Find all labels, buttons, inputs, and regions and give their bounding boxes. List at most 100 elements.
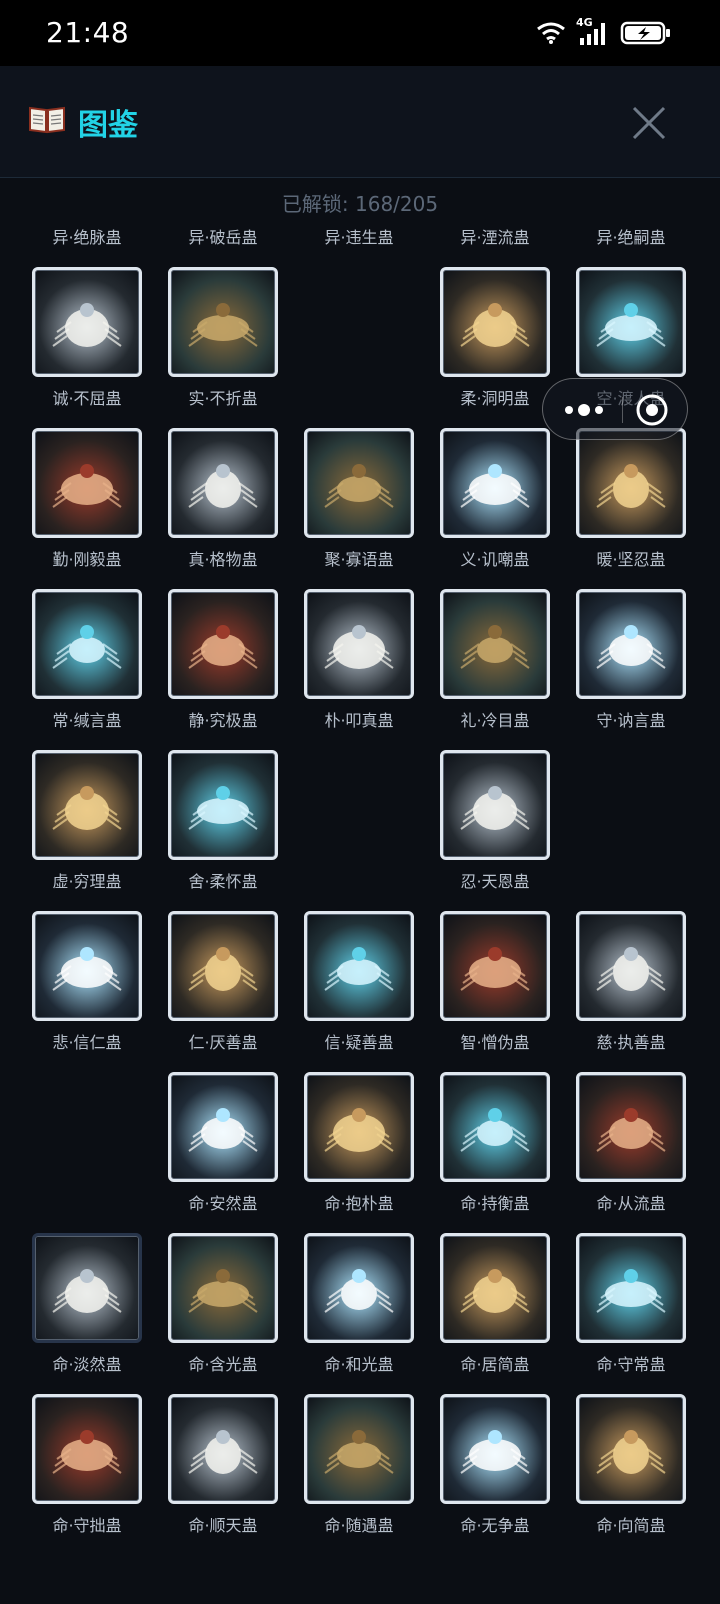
creature-card[interactable] — [440, 911, 550, 1021]
creature-item[interactable]: 命·无争蛊 — [440, 1394, 550, 1536]
creature-card[interactable] — [168, 428, 278, 538]
creature-item[interactable]: 异·湮流蛊 — [440, 226, 550, 248]
creature-art-icon — [460, 464, 530, 508]
creature-card[interactable] — [32, 1394, 142, 1504]
creature-card[interactable] — [576, 267, 686, 377]
creature-card[interactable] — [32, 589, 142, 699]
grid-row: 悲·信仁蛊 仁·厌善蛊 信·疑善蛊 智·憎伪蛊 慈·执善蛊 — [32, 911, 692, 1072]
creature-item[interactable]: 仁·厌善蛊 — [168, 911, 278, 1053]
creature-art-icon — [52, 947, 122, 991]
creature-card[interactable] — [576, 1394, 686, 1504]
header-bar: 图鉴 — [0, 66, 720, 178]
creature-card[interactable] — [440, 1072, 550, 1182]
creature-art-icon — [52, 464, 122, 508]
creature-name: 守·讷言蛊 — [596, 711, 666, 730]
creature-item[interactable]: 常·缄言蛊 — [32, 589, 142, 731]
creature-name: 悲·信仁蛊 — [52, 1033, 122, 1052]
creature-item[interactable]: 慈·执善蛊 — [576, 911, 686, 1053]
creature-item[interactable]: 命·守常蛊 — [576, 1233, 686, 1375]
close-icon[interactable] — [626, 100, 672, 146]
creature-name: 异·违生蛊 — [324, 228, 394, 247]
creature-art-icon — [188, 1430, 258, 1474]
creature-card[interactable] — [32, 1233, 142, 1343]
creature-item[interactable]: 命·守拙蛊 — [32, 1394, 142, 1536]
creature-item[interactable]: 命·和光蛊 — [304, 1233, 414, 1375]
creature-name: 异·湮流蛊 — [460, 228, 530, 247]
creature-item[interactable]: 暖·坚忍蛊 — [576, 428, 686, 570]
creature-item[interactable]: 静·究极蛊 — [168, 589, 278, 731]
creature-card[interactable] — [304, 1072, 414, 1182]
creature-card[interactable] — [32, 428, 142, 538]
creature-art-icon — [596, 1269, 666, 1313]
creature-item[interactable]: 命·抱朴蛊 — [304, 1072, 414, 1214]
creature-card[interactable] — [440, 267, 550, 377]
creature-name: 慈·执善蛊 — [596, 1033, 666, 1052]
creature-item[interactable]: 勤·刚毅蛊 — [32, 428, 142, 570]
creature-card[interactable] — [440, 589, 550, 699]
creature-item[interactable]: 礼·冷目蛊 — [440, 589, 550, 731]
creature-item[interactable]: 智·憎伪蛊 — [440, 911, 550, 1053]
creature-card[interactable] — [304, 589, 414, 699]
creature-item[interactable]: 聚·寡语蛊 — [304, 428, 414, 570]
creature-card[interactable] — [168, 589, 278, 699]
creature-card[interactable] — [576, 428, 686, 538]
creature-art-icon — [460, 625, 530, 669]
creature-item[interactable]: 柔·洞明蛊 — [440, 267, 550, 409]
more-dots-icon[interactable] — [557, 395, 617, 425]
creature-name: 仁·厌善蛊 — [188, 1033, 258, 1052]
creature-card[interactable] — [32, 750, 142, 860]
creature-card[interactable] — [440, 1394, 550, 1504]
creature-card[interactable] — [440, 428, 550, 538]
creature-art-icon — [460, 1269, 530, 1313]
creature-card[interactable] — [168, 911, 278, 1021]
creature-card[interactable] — [576, 911, 686, 1021]
creature-item[interactable]: 命·从流蛊 — [576, 1072, 686, 1214]
creature-card[interactable] — [304, 428, 414, 538]
creature-item[interactable]: 信·疑善蛊 — [304, 911, 414, 1053]
creature-item[interactable]: 朴·叩真蛊 — [304, 589, 414, 731]
creature-card[interactable] — [168, 1233, 278, 1343]
creature-card[interactable] — [168, 1072, 278, 1182]
creature-item[interactable]: 诚·不屈蛊 — [32, 267, 142, 409]
grid-row: 命·守拙蛊 命·顺天蛊 命·随遇蛊 命·无争蛊 命·向简蛊 — [32, 1394, 692, 1555]
creature-card[interactable] — [304, 911, 414, 1021]
creature-name: 忍·天恩蛊 — [460, 872, 530, 891]
creature-card[interactable] — [576, 1233, 686, 1343]
creature-card[interactable] — [576, 589, 686, 699]
creature-card[interactable] — [168, 1394, 278, 1504]
creature-item[interactable]: 命·淡然蛊 — [32, 1233, 142, 1375]
creature-card[interactable] — [304, 1394, 414, 1504]
creature-item[interactable]: 异·绝脉蛊 — [32, 226, 142, 248]
creature-card[interactable] — [168, 267, 278, 377]
creature-item[interactable]: 命·顺天蛊 — [168, 1394, 278, 1536]
creature-name: 柔·洞明蛊 — [460, 389, 530, 408]
creature-item[interactable]: 真·格物蛊 — [168, 428, 278, 570]
creature-card[interactable] — [440, 750, 550, 860]
creature-card[interactable] — [168, 750, 278, 860]
creature-item[interactable]: 命·随遇蛊 — [304, 1394, 414, 1536]
creature-item[interactable]: 命·居简蛊 — [440, 1233, 550, 1375]
creature-item[interactable]: 命·含光蛊 — [168, 1233, 278, 1375]
creature-item[interactable]: 命·安然蛊 — [168, 1072, 278, 1214]
creature-item[interactable]: 实·不折蛊 — [168, 267, 278, 409]
creature-card[interactable] — [32, 267, 142, 377]
creature-card[interactable] — [304, 1233, 414, 1343]
grid-row: 异·绝脉蛊 异·破岳蛊 异·违生蛊 异·湮流蛊 异·绝嗣蛊 — [32, 226, 692, 267]
creature-item[interactable]: 舍·柔怀蛊 — [168, 750, 278, 892]
creature-item[interactable]: 命·持衡蛊 — [440, 1072, 550, 1214]
creature-item[interactable]: 守·讷言蛊 — [576, 589, 686, 731]
target-circle-icon[interactable] — [635, 393, 669, 427]
creature-art-icon — [324, 1430, 394, 1474]
creature-item[interactable]: 虚·穷理蛊 — [32, 750, 142, 892]
creature-name: 朴·叩真蛊 — [324, 711, 394, 730]
creature-item[interactable]: 异·违生蛊 — [304, 226, 414, 248]
creature-card[interactable] — [576, 1072, 686, 1182]
creature-card[interactable] — [32, 911, 142, 1021]
creature-item[interactable]: 命·向简蛊 — [576, 1394, 686, 1536]
creature-item[interactable]: 悲·信仁蛊 — [32, 911, 142, 1053]
creature-item[interactable]: 忍·天恩蛊 — [440, 750, 550, 892]
creature-item[interactable]: 异·破岳蛊 — [168, 226, 278, 248]
creature-card[interactable] — [440, 1233, 550, 1343]
creature-item[interactable]: 异·绝嗣蛊 — [576, 226, 686, 248]
creature-item[interactable]: 义·讥嘲蛊 — [440, 428, 550, 570]
